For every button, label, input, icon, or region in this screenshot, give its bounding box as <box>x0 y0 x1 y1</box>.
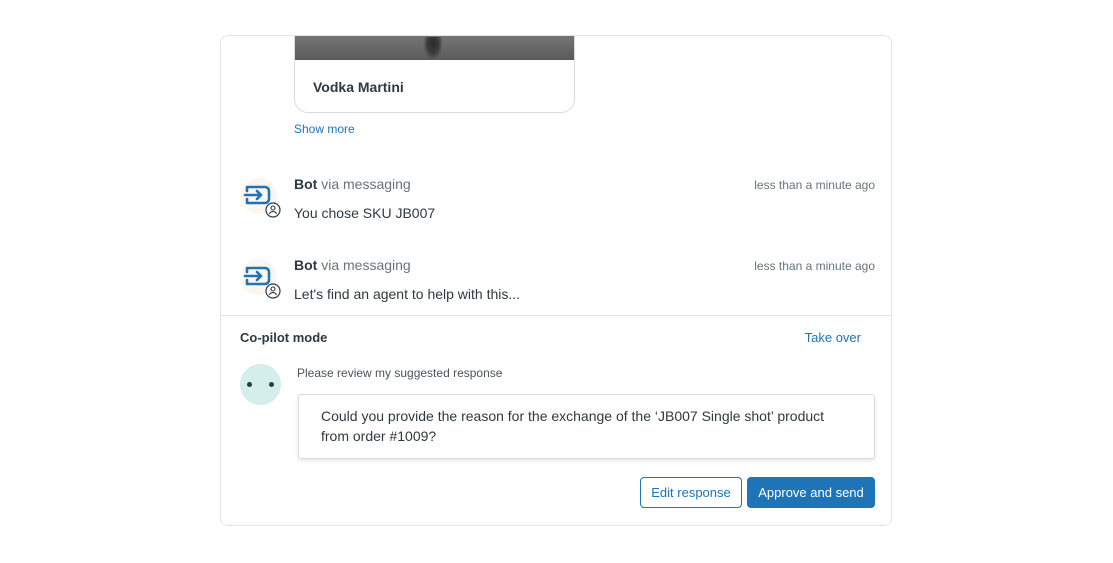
message-time: less than a minute ago <box>754 178 875 192</box>
copilot-face-icon <box>240 364 281 405</box>
bot-avatar <box>239 176 281 218</box>
bot-avatar <box>239 257 281 299</box>
message-sender: Bot via messaging <box>294 257 411 273</box>
message-text: You chose SKU JB007 <box>294 205 436 221</box>
approve-and-send-button[interactable]: Approve and send <box>747 477 875 508</box>
take-over-link[interactable]: Take over <box>805 330 861 345</box>
bot-arrow-icon <box>243 185 281 218</box>
edit-response-button[interactable]: Edit response <box>640 477 742 508</box>
bot-arrow-icon <box>243 266 281 299</box>
review-prompt: Please review my suggested response <box>297 366 503 380</box>
suggested-response: Could you provide the reason for the exc… <box>298 394 875 459</box>
divider <box>221 315 891 316</box>
message-time: less than a minute ago <box>754 259 875 273</box>
message-sender: Bot via messaging <box>294 176 411 192</box>
conversation-panel: Vodka Martini Show more Bot via messagin… <box>220 35 892 526</box>
message-item: Bot via messaging less than a minute ago… <box>239 257 875 307</box>
message-text: Let's find an agent to help with this... <box>294 286 521 302</box>
copilot-mode-label: Co-pilot mode <box>240 330 328 345</box>
product-image <box>295 36 574 60</box>
message-item: Bot via messaging less than a minute ago… <box>239 176 875 226</box>
product-card[interactable]: Vodka Martini <box>294 36 575 113</box>
product-title: Vodka Martini <box>313 79 404 95</box>
glass-stem-shape <box>423 37 443 60</box>
show-more-link[interactable]: Show more <box>294 122 355 136</box>
